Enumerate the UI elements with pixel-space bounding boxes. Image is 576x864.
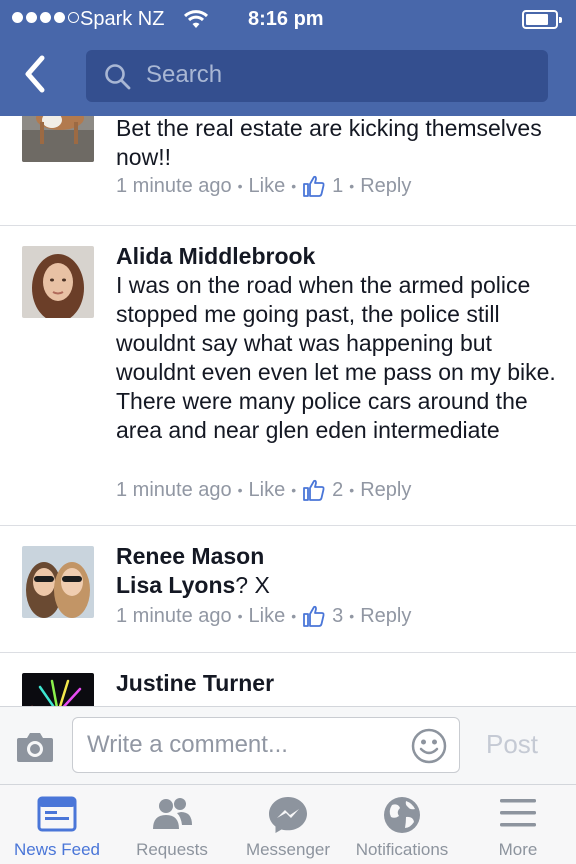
like-link[interactable]: Like (249, 479, 286, 502)
friends-icon (153, 798, 192, 829)
post-button[interactable]: Post (486, 729, 538, 760)
reply-link[interactable]: Reply (360, 479, 411, 502)
thumbs-up-icon (303, 175, 325, 197)
like-count: 2 (332, 478, 344, 501)
reply-link[interactable]: Reply (360, 175, 411, 198)
carrier-name: Spark NZ (80, 8, 165, 30)
bottom-tab-bar: News Feed Requests Messenger Notificatio… (0, 784, 576, 864)
comment-text: Lisa Lyons? X (116, 572, 270, 598)
top-header: Spark NZ 8:16 pm Search (0, 0, 576, 116)
comment-input[interactable]: Write a comment... (72, 717, 460, 773)
comment-timestamp: 1 minute ago (116, 478, 232, 501)
news-feed-icon (37, 796, 77, 832)
comment-meta: 1 minute ago • Like • 2 • Reply (116, 478, 412, 502)
comment-meta: 1 minute ago • Like • 3 • Reply (116, 604, 412, 628)
camera-icon[interactable] (16, 729, 54, 763)
chevron-left-icon (25, 55, 45, 93)
clock-time: 8:16 pm (248, 8, 324, 30)
comment-composer: Write a comment... Post (0, 706, 576, 784)
comment-item: Bet the real estate are kicking themselv… (0, 116, 576, 226)
comment-timestamp: 1 minute ago (116, 604, 232, 627)
wifi-icon (183, 10, 209, 28)
back-button[interactable] (20, 54, 60, 98)
tab-label: Requests (136, 840, 208, 859)
comment-placeholder: Write a comment... (87, 731, 288, 758)
smiley-icon[interactable] (411, 728, 447, 764)
globe-icon (384, 797, 420, 833)
tab-messenger[interactable]: Messenger (233, 785, 343, 864)
like-link[interactable]: Like (249, 605, 286, 628)
tab-label: More (498, 840, 538, 859)
comment-meta: 1 minute ago • Like • 1 • Reply (116, 174, 412, 198)
reply-link[interactable]: Reply (360, 605, 411, 628)
commenter-name[interactable]: Alida Middlebrook (116, 242, 315, 271)
comments-feed[interactable]: Bet the real estate are kicking themselv… (0, 116, 576, 706)
comment-text: I was on the road when the armed police … (116, 272, 556, 443)
tab-more[interactable]: More (463, 785, 573, 864)
avatar[interactable] (22, 246, 94, 318)
menu-icon (500, 799, 536, 827)
tab-label: Notifications (355, 840, 449, 859)
like-link[interactable]: Like (249, 175, 286, 198)
like-count: 1 (332, 174, 344, 197)
battery-icon (522, 10, 562, 29)
tab-label: News Feed (14, 840, 100, 859)
thumbs-up-icon (303, 479, 325, 501)
messenger-icon (269, 797, 307, 833)
comment-item: Renee Mason Lisa Lyons? X 1 minute ago •… (0, 526, 576, 653)
commenter-name[interactable]: Renee Mason (116, 542, 264, 571)
signal-strength-icon (12, 12, 79, 23)
comment-item: Alida Middlebrook I was on the road when… (0, 226, 576, 526)
status-bar: Spark NZ 8:16 pm (0, 0, 576, 40)
avatar[interactable] (22, 116, 94, 162)
search-icon (105, 64, 131, 90)
thumbs-up-icon (303, 605, 325, 627)
tab-requests[interactable]: Requests (117, 785, 227, 864)
avatar[interactable] (22, 673, 94, 706)
comment-text: Bet the real estate are kicking themselv… (116, 116, 542, 170)
search-input[interactable]: Search (86, 50, 548, 102)
commenter-name[interactable]: Justine Turner (116, 669, 274, 698)
avatar[interactable] (22, 546, 94, 618)
comment-timestamp: 1 minute ago (116, 174, 232, 197)
search-placeholder: Search (146, 61, 223, 88)
tab-notifications[interactable]: Notifications (347, 785, 457, 864)
comment-item: Justine Turner (0, 653, 576, 706)
tab-news-feed[interactable]: News Feed (2, 785, 112, 864)
tab-label: Messenger (245, 840, 331, 859)
like-count: 3 (332, 604, 344, 627)
mentioned-user-link[interactable]: Lisa Lyons (116, 572, 235, 598)
